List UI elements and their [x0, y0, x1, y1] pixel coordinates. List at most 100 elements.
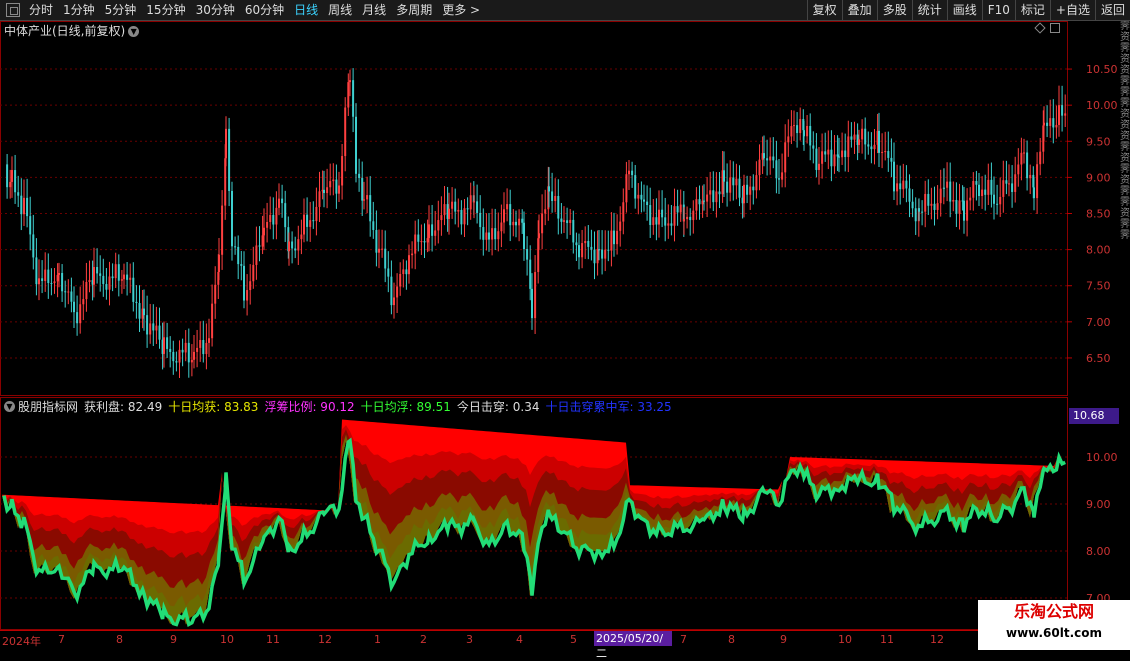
- candle-body: [129, 277, 132, 280]
- candle-body: [352, 80, 355, 117]
- candle-body: [408, 255, 410, 275]
- candle-body: [158, 325, 161, 340]
- candle-body: [208, 338, 210, 343]
- candle-body: [703, 200, 705, 202]
- tool-button-3[interactable]: 统计: [911, 0, 947, 20]
- candle-body: [1020, 152, 1023, 165]
- period-tab-6[interactable]: 日线: [289, 0, 323, 20]
- chevron-down-icon[interactable]: ▼: [4, 401, 15, 412]
- period-tab-4[interactable]: 30分钟: [191, 0, 240, 20]
- tool-buttons: 复权 叠加 多股 统计 画线 F10 标记 +自选 返回: [806, 0, 1130, 20]
- candle-body: [619, 221, 622, 231]
- candle-body: [73, 301, 75, 313]
- candle-body: [578, 245, 580, 258]
- candle-body: [111, 276, 114, 279]
- candle-body: [966, 200, 969, 221]
- candle-body: [228, 128, 231, 191]
- candle-body: [930, 203, 933, 206]
- candle-body: [601, 249, 604, 259]
- candle-body: [763, 153, 765, 159]
- candle-body: [196, 347, 199, 352]
- candle-body: [411, 253, 414, 256]
- candle-body: [625, 174, 628, 203]
- candle-body: [870, 146, 873, 150]
- candle-body: [518, 218, 521, 226]
- candle-body: [679, 204, 682, 213]
- period-tab-9[interactable]: 多周期: [391, 0, 437, 20]
- candlestick-chart[interactable]: 10.50 10.00 9.50 9.00 8.50 8.00 7.50 7.00 6.50: [0, 21, 1130, 396]
- candle-body: [735, 178, 738, 186]
- candle-body: [841, 150, 844, 158]
- candle-body: [437, 220, 440, 231]
- candle-body: [544, 209, 547, 214]
- candle-body: [884, 151, 887, 153]
- candle-body: [899, 183, 902, 190]
- candle-body: [272, 214, 275, 225]
- candle-body: [893, 161, 895, 192]
- candle-body: [905, 180, 908, 189]
- candle-body: [387, 268, 390, 277]
- candle-body: [155, 325, 158, 331]
- candle-body: [963, 200, 965, 221]
- candle-body: [993, 194, 995, 204]
- candle-body: [509, 204, 512, 226]
- candle-body: [824, 151, 827, 155]
- candle-body: [718, 191, 721, 195]
- tool-button-8[interactable]: 返回: [1094, 0, 1130, 20]
- period-tab-2[interactable]: 5分钟: [100, 0, 142, 20]
- y-tick-label-0: 10.50: [1086, 63, 1118, 76]
- menu-icon[interactable]: [6, 3, 20, 17]
- candle-body: [44, 269, 47, 281]
- legend-item-4: 今日击穿: 0.34: [456, 400, 540, 414]
- tool-button-6[interactable]: 标记: [1014, 0, 1050, 20]
- candle-body: [431, 224, 434, 236]
- tool-button-7[interactable]: +自选: [1049, 0, 1095, 20]
- period-tab-1[interactable]: 1分钟: [58, 0, 100, 20]
- candle-body: [288, 241, 290, 252]
- period-tab-5[interactable]: 60分钟: [240, 0, 289, 20]
- tool-button-2[interactable]: 多股: [876, 0, 912, 20]
- candle-body: [488, 232, 490, 240]
- candle-body: [225, 128, 227, 159]
- period-tab-7[interactable]: 周线: [323, 0, 357, 20]
- candle-body: [692, 210, 695, 221]
- candle-body: [114, 264, 117, 279]
- indicator-chart[interactable]: 10.009.008.007.00: [0, 397, 1130, 630]
- candle-body: [261, 235, 264, 247]
- candle-body: [689, 216, 692, 221]
- period-tab-0[interactable]: 分时: [24, 0, 58, 20]
- candle-body: [958, 200, 961, 214]
- candle-body: [454, 201, 457, 212]
- candle-body: [628, 170, 630, 175]
- candle-body: [1014, 174, 1017, 192]
- candle-body: [326, 187, 329, 194]
- period-tab-10[interactable]: 更多 >: [437, 0, 485, 20]
- candle-body: [451, 201, 454, 209]
- date-tick-6: 12: [318, 633, 332, 646]
- candle-body: [732, 177, 735, 186]
- period-tab-8[interactable]: 月线: [357, 0, 391, 20]
- candle-body: [658, 209, 660, 225]
- candle-body: [1029, 174, 1032, 179]
- tool-button-1[interactable]: 叠加: [841, 0, 877, 20]
- candle-body: [258, 245, 261, 247]
- candle-body: [723, 170, 725, 182]
- y-tick-label-5: 8.00: [1086, 244, 1111, 257]
- candle-body: [943, 187, 945, 189]
- candle-body: [67, 291, 70, 293]
- candle-body: [515, 221, 517, 226]
- candle-body: [120, 279, 123, 281]
- candle-body: [949, 181, 952, 202]
- candle-body: [426, 238, 429, 243]
- candle-body: [661, 209, 664, 218]
- tool-button-5[interactable]: F10: [981, 0, 1015, 20]
- candle-body: [85, 282, 88, 300]
- date-tick-7: 1: [374, 633, 381, 646]
- candle-body: [278, 198, 280, 208]
- candle-body: [598, 249, 600, 251]
- candle-body: [557, 195, 560, 219]
- tool-button-0[interactable]: 复权: [806, 0, 842, 20]
- period-tab-3[interactable]: 15分钟: [141, 0, 190, 20]
- tool-button-4[interactable]: 画线: [946, 0, 982, 20]
- candle-body: [202, 340, 205, 355]
